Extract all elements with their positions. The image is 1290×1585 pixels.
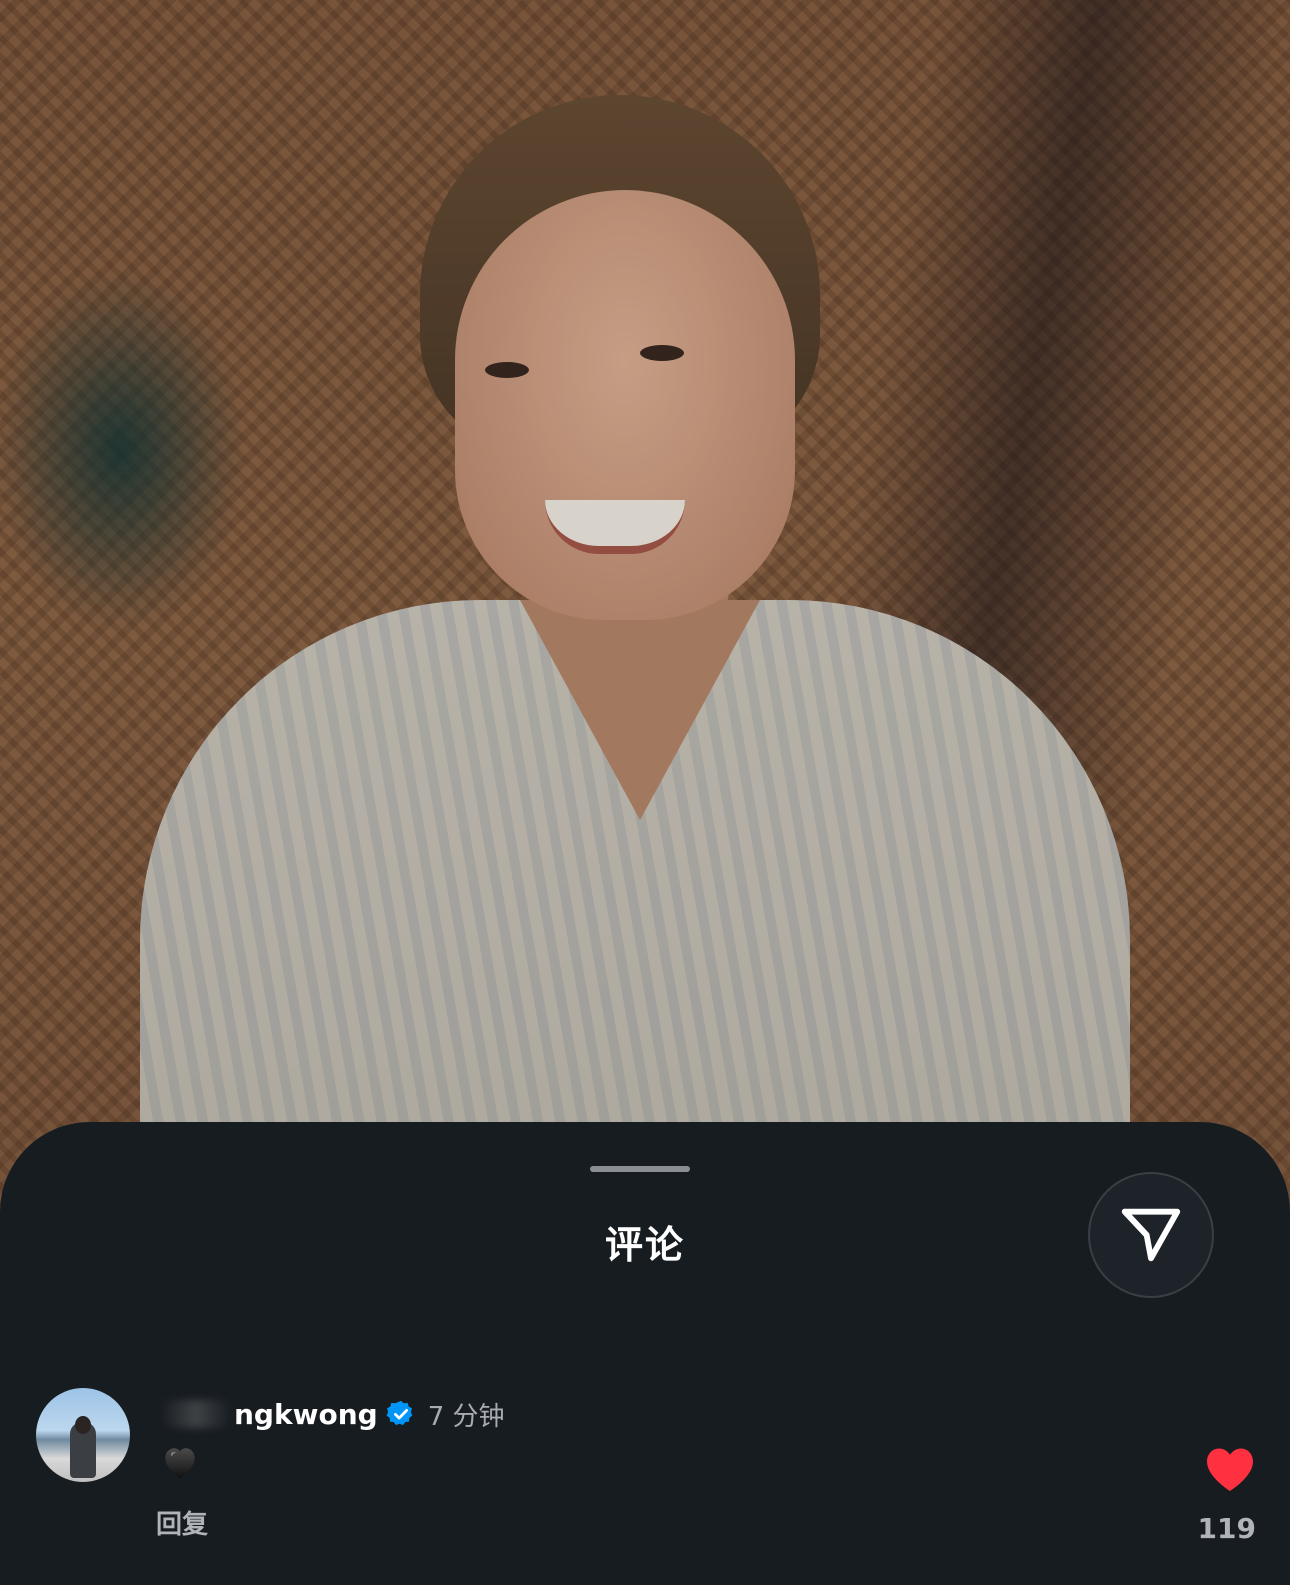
share-button[interactable]: [1088, 1172, 1214, 1298]
avatar[interactable]: [36, 1388, 130, 1482]
sheet-drag-handle[interactable]: [590, 1166, 690, 1172]
black-heart-icon: [165, 1448, 195, 1479]
reply-button[interactable]: 回复: [156, 1504, 208, 1541]
comment-username[interactable]: ngkwong: [234, 1398, 378, 1431]
username-redaction: [160, 1400, 232, 1428]
comment-meta: ngkwong 7 分钟: [160, 1394, 505, 1434]
comment-timestamp: 7 分钟: [427, 1401, 505, 1432]
like-count: 119: [1197, 1512, 1256, 1545]
verified-badge-icon: [386, 1400, 413, 1426]
comments-sheet: 评论 ngkwong 7 分钟 回复 119: [0, 1122, 1290, 1585]
avatar-figure-head: [75, 1416, 91, 1434]
send-icon: [1121, 1208, 1181, 1262]
comment-text: [158, 1440, 202, 1495]
comment-item: ngkwong 7 分钟 回复 119: [36, 1388, 1256, 1568]
like-heart-icon[interactable]: [1204, 1446, 1256, 1492]
app-screen: 评论 ngkwong 7 分钟 回复 119: [0, 0, 1290, 1585]
